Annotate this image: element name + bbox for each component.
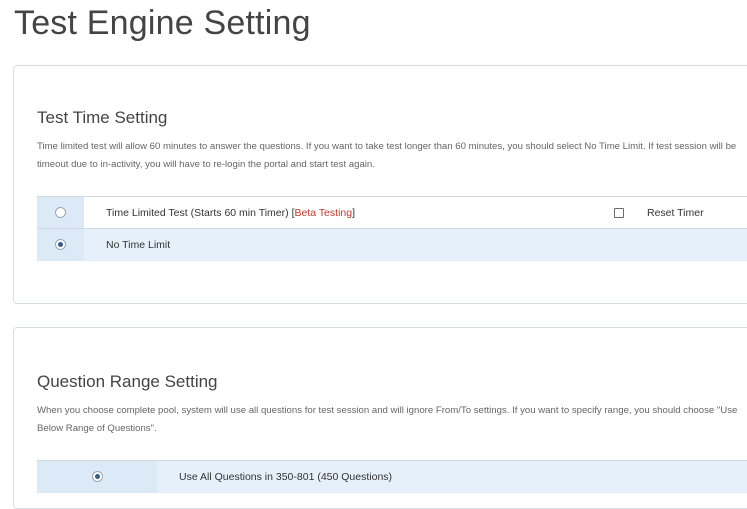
use-all-questions-radio[interactable] — [91, 471, 103, 483]
time-limited-radio-cell[interactable] — [37, 196, 84, 229]
reset-timer-checkbox-cell[interactable] — [599, 197, 639, 229]
beta-testing-tag: Beta Testing — [294, 206, 353, 219]
question-range-setting-description: When you choose complete pool, system wi… — [37, 405, 738, 434]
question-range-setting-heading: Question Range Setting — [37, 372, 218, 391]
beta-tag-close: ] — [352, 206, 356, 219]
reset-timer-label: Reset Timer — [647, 206, 704, 219]
use-all-questions-option-row[interactable]: Use All Questions in 350-801 (450 Questi… — [37, 460, 747, 493]
test-time-setting-description: Time limited test will allow 60 minutes … — [37, 141, 737, 170]
reset-timer-checkbox[interactable] — [614, 207, 624, 218]
use-all-questions-radio-cell[interactable] — [37, 460, 157, 493]
no-time-limit-radio-cell[interactable] — [37, 228, 84, 261]
no-time-limit-option-row[interactable]: No Time Limit — [37, 228, 747, 261]
use-all-questions-label: Use All Questions in 350-801 (450 Questi… — [179, 470, 393, 483]
time-option-table: Time Limited Test (Starts 60 min Timer) … — [37, 196, 747, 261]
time-limited-option-row[interactable]: Time Limited Test (Starts 60 min Timer) … — [37, 196, 747, 229]
no-time-limit-label: No Time Limit — [106, 238, 171, 251]
no-time-limit-radio[interactable] — [55, 239, 66, 251]
time-limited-label-cell: Time Limited Test (Starts 60 min Timer) … — [84, 197, 599, 229]
test-time-setting-heading: Test Time Setting — [37, 108, 168, 127]
range-option-table: Use All Questions in 350-801 (450 Questi… — [37, 460, 747, 493]
test-time-setting-panel: Test Time Setting Time limited test will… — [13, 65, 747, 304]
time-limited-radio[interactable] — [55, 207, 66, 219]
page-title: Test Engine Setting — [14, 4, 311, 42]
time-limited-label: Time Limited Test (Starts 60 min Timer) — [106, 206, 289, 219]
